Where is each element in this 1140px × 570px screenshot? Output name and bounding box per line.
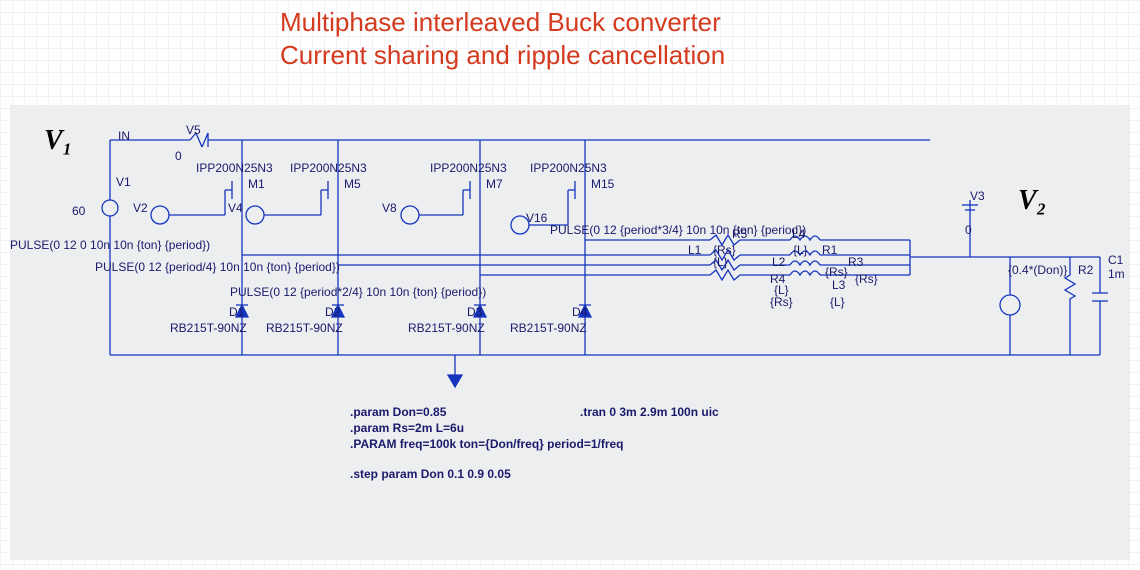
label-v2: V2 bbox=[133, 201, 148, 215]
node-in: IN bbox=[118, 129, 130, 143]
label-v3: V3 bbox=[970, 189, 985, 203]
rs-2: {Rs} bbox=[825, 265, 848, 279]
diode-model-1: RB215T-90NZ bbox=[170, 321, 247, 335]
pulse-4: PULSE(0 12 {period*3/4} 10n 10n {ton} {p… bbox=[550, 223, 806, 237]
spice-param-rsl: .param Rs=2m L=6u bbox=[350, 421, 464, 435]
spice-tran: .tran 0 3m 2.9m 100n uic bbox=[580, 405, 719, 419]
label-r1: R1 bbox=[822, 243, 837, 257]
diode-model-2: RB215T-90NZ bbox=[266, 321, 343, 335]
label-d4: D4 bbox=[572, 305, 587, 319]
label-v4: V4 bbox=[228, 201, 243, 215]
spice-param-don: .param Don=0.85 bbox=[350, 405, 446, 419]
label-l2: L2 bbox=[772, 255, 785, 269]
label-v16: V16 bbox=[526, 211, 547, 225]
label-m5: M5 bbox=[344, 177, 361, 191]
diode-model-4: RB215T-90NZ bbox=[510, 321, 587, 335]
label-c1v: 1m bbox=[1108, 267, 1125, 281]
pulse-2: PULSE(0 12 {period/4} 10n 10n {ton} {per… bbox=[95, 260, 340, 274]
page-title: Multiphase interleaved Buck converter Cu… bbox=[280, 6, 725, 71]
fet-model-3: IPP200N25N3 bbox=[430, 161, 507, 175]
schematic-canvas: V₁ V₂ bbox=[10, 105, 1130, 560]
label-r2: R2 bbox=[1078, 263, 1093, 277]
label-l1: L1 bbox=[688, 243, 701, 257]
node-zero-left: 0 bbox=[175, 149, 182, 163]
fet-model-1: IPP200N25N3 bbox=[196, 161, 273, 175]
label-c1: C1 bbox=[1108, 253, 1123, 267]
fet-model-4: IPP200N25N3 bbox=[530, 161, 607, 175]
pulse-3: PULSE(0 12 {period*2/4} 10n 10n {ton} {p… bbox=[230, 285, 486, 299]
l-2: {L} bbox=[793, 243, 808, 257]
spice-step: .step param Don 0.1 0.9 0.05 bbox=[350, 467, 511, 481]
label-m1: M1 bbox=[248, 177, 265, 191]
node-zero-right: 0 bbox=[965, 223, 972, 237]
label-v1-val: 60 bbox=[72, 204, 85, 218]
title-line-2: Current sharing and ripple cancellation bbox=[280, 40, 725, 70]
label-r5: R5 bbox=[732, 227, 747, 241]
label-d3: D3 bbox=[467, 305, 482, 319]
isource-label: {0.4*(Don)} bbox=[1008, 263, 1067, 277]
label-m15: M15 bbox=[591, 177, 614, 191]
label-v1: V1 bbox=[116, 175, 131, 189]
title-line-1: Multiphase interleaved Buck converter bbox=[280, 7, 721, 37]
label-d1: D1 bbox=[229, 305, 244, 319]
label-r3: R3 bbox=[848, 255, 863, 269]
label-m7: M7 bbox=[486, 177, 503, 191]
label-l3: L3 bbox=[832, 278, 845, 292]
rs-3: {Rs} bbox=[855, 272, 878, 286]
l-1: {L} bbox=[713, 255, 728, 269]
label-l4: L4 bbox=[792, 227, 805, 241]
label-d2: D2 bbox=[325, 305, 340, 319]
pulse-1: PULSE(0 12 0 10n 10n {ton} {period}) bbox=[10, 238, 210, 252]
label-v5: V5 bbox=[186, 123, 201, 137]
rs-4: {Rs} bbox=[770, 295, 793, 309]
fet-model-2: IPP200N25N3 bbox=[290, 161, 367, 175]
spice-param-freq: .PARAM freq=100k ton={Don/freq} period=1… bbox=[350, 437, 624, 451]
label-v8: V8 bbox=[382, 201, 397, 215]
diode-model-3: RB215T-90NZ bbox=[408, 321, 485, 335]
l-4: {L} bbox=[830, 295, 845, 309]
